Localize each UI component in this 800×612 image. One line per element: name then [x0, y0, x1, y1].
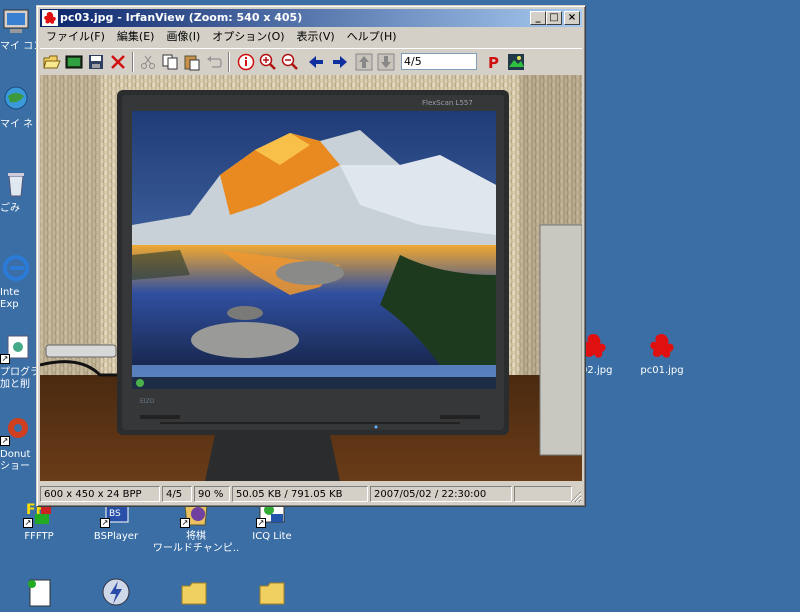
desktop-icon-label-line2: ワールドチャンピ..	[152, 543, 240, 554]
desktop-icon-label: ICQ Lite	[252, 531, 292, 542]
desktop-icon-folder[interactable]	[156, 576, 232, 611]
recycle-bin-icon	[0, 168, 32, 200]
save-icon[interactable]	[87, 53, 105, 71]
my-network-icon	[0, 84, 32, 116]
title-bar[interactable]: pc03.jpg - IrfanView (Zoom: 540 x 405) _…	[40, 9, 582, 27]
paste-icon[interactable]	[183, 53, 201, 71]
first-icon[interactable]	[355, 53, 373, 71]
add-remove-programs-icon: ↗	[0, 332, 32, 364]
menu-options[interactable]: オプション(O)	[206, 28, 290, 46]
maximize-button[interactable]: □	[546, 11, 562, 25]
desktop-icon-label: BSPlayer	[93, 531, 139, 542]
zoom-in-icon[interactable]	[259, 53, 277, 71]
svg-text:BS: BS	[109, 509, 121, 519]
internet-explorer-icon	[0, 252, 32, 284]
page-number-input[interactable]	[401, 53, 477, 70]
zoom-out-icon[interactable]	[281, 53, 299, 71]
next-icon[interactable]	[331, 53, 349, 71]
my-computer-icon	[0, 6, 32, 38]
thumbnails-icon[interactable]	[65, 53, 83, 71]
monitor-brand-label: FlexScan L557	[422, 99, 473, 107]
menu-image[interactable]: 画像(I)	[160, 28, 206, 46]
desktop-icon-document[interactable]	[0, 576, 76, 611]
lightning-icon	[100, 576, 132, 608]
photo-monitor-on-desk: FlexScan L557 EIZO	[40, 75, 582, 481]
desktop-icon-label: 将棋	[186, 531, 206, 542]
shortcut-arrow-icon: ↗	[0, 436, 10, 446]
jpg-file-icon	[646, 330, 678, 362]
irfanview-window: pc03.jpg - IrfanView (Zoom: 540 x 405) _…	[36, 5, 586, 507]
shortcut-arrow-icon: ↗	[180, 518, 190, 528]
irfanview-app-icon[interactable]	[42, 10, 58, 26]
menu-view[interactable]: 表示(V)	[291, 28, 341, 46]
shortcut-arrow-icon: ↗	[23, 518, 33, 528]
resize-grip-icon[interactable]	[568, 489, 582, 503]
status-file-size: 50.05 KB / 791.05 KB	[232, 486, 368, 502]
status-datetime: 2007/05/02 / 22:30:00	[370, 486, 512, 502]
monitor-logo-label: EIZO	[140, 398, 155, 405]
desktop-icon-label: FFFTP	[24, 531, 54, 542]
window-title: pc03.jpg - IrfanView (Zoom: 540 x 405)	[60, 11, 303, 24]
delete-icon[interactable]	[109, 53, 127, 71]
status-dimensions: 600 x 450 x 24 BPP	[40, 486, 160, 502]
toolbar-separator	[132, 52, 134, 72]
donut-icon: ↗	[0, 414, 32, 446]
toolbar-separator	[228, 52, 230, 72]
undo-icon[interactable]	[205, 53, 223, 71]
status-bar: 600 x 450 x 24 BPP 4/5 90 % 50.05 KB / 7…	[40, 484, 582, 503]
svg-text:P: P	[488, 54, 499, 71]
status-empty-panel	[514, 486, 572, 502]
previous-icon[interactable]	[307, 53, 325, 71]
menu-file[interactable]: ファイル(F)	[40, 28, 111, 46]
status-page: 4/5	[162, 486, 192, 502]
desktop-icon-lightning[interactable]	[78, 576, 154, 611]
shortcut-arrow-icon: ↗	[0, 354, 10, 364]
open-icon[interactable]	[43, 53, 61, 71]
toolbar: P	[40, 48, 582, 76]
menu-help[interactable]: ヘルプ(H)	[341, 28, 403, 46]
slideshow-icon[interactable]	[507, 53, 525, 71]
status-zoom: 90 %	[194, 486, 230, 502]
folder-icon	[256, 576, 288, 608]
folder-icon	[178, 576, 210, 608]
shortcut-arrow-icon: ↗	[100, 518, 110, 528]
document-icon	[22, 576, 54, 608]
shortcut-arrow-icon: ↗	[256, 518, 266, 528]
desktop-icon-pc01-jpg[interactable]: pc01.jpg	[624, 330, 700, 377]
minimize-button[interactable]: _	[530, 11, 546, 25]
print-icon[interactable]: P	[485, 53, 503, 72]
image-viewport[interactable]: FlexScan L557 EIZO	[40, 75, 582, 481]
desktop-icon-folder[interactable]	[234, 576, 310, 611]
info-icon[interactable]	[237, 53, 255, 71]
desktop-icon-label: pc01.jpg	[640, 365, 684, 376]
menu-edit[interactable]: 編集(E)	[111, 28, 161, 46]
menu-bar: ファイル(F) 編集(E) 画像(I) オプション(O) 表示(V) ヘルプ(H)	[40, 28, 582, 46]
close-button[interactable]: ×	[564, 11, 580, 25]
cut-icon[interactable]	[139, 53, 157, 71]
last-icon[interactable]	[377, 53, 395, 71]
copy-icon[interactable]	[161, 53, 179, 71]
